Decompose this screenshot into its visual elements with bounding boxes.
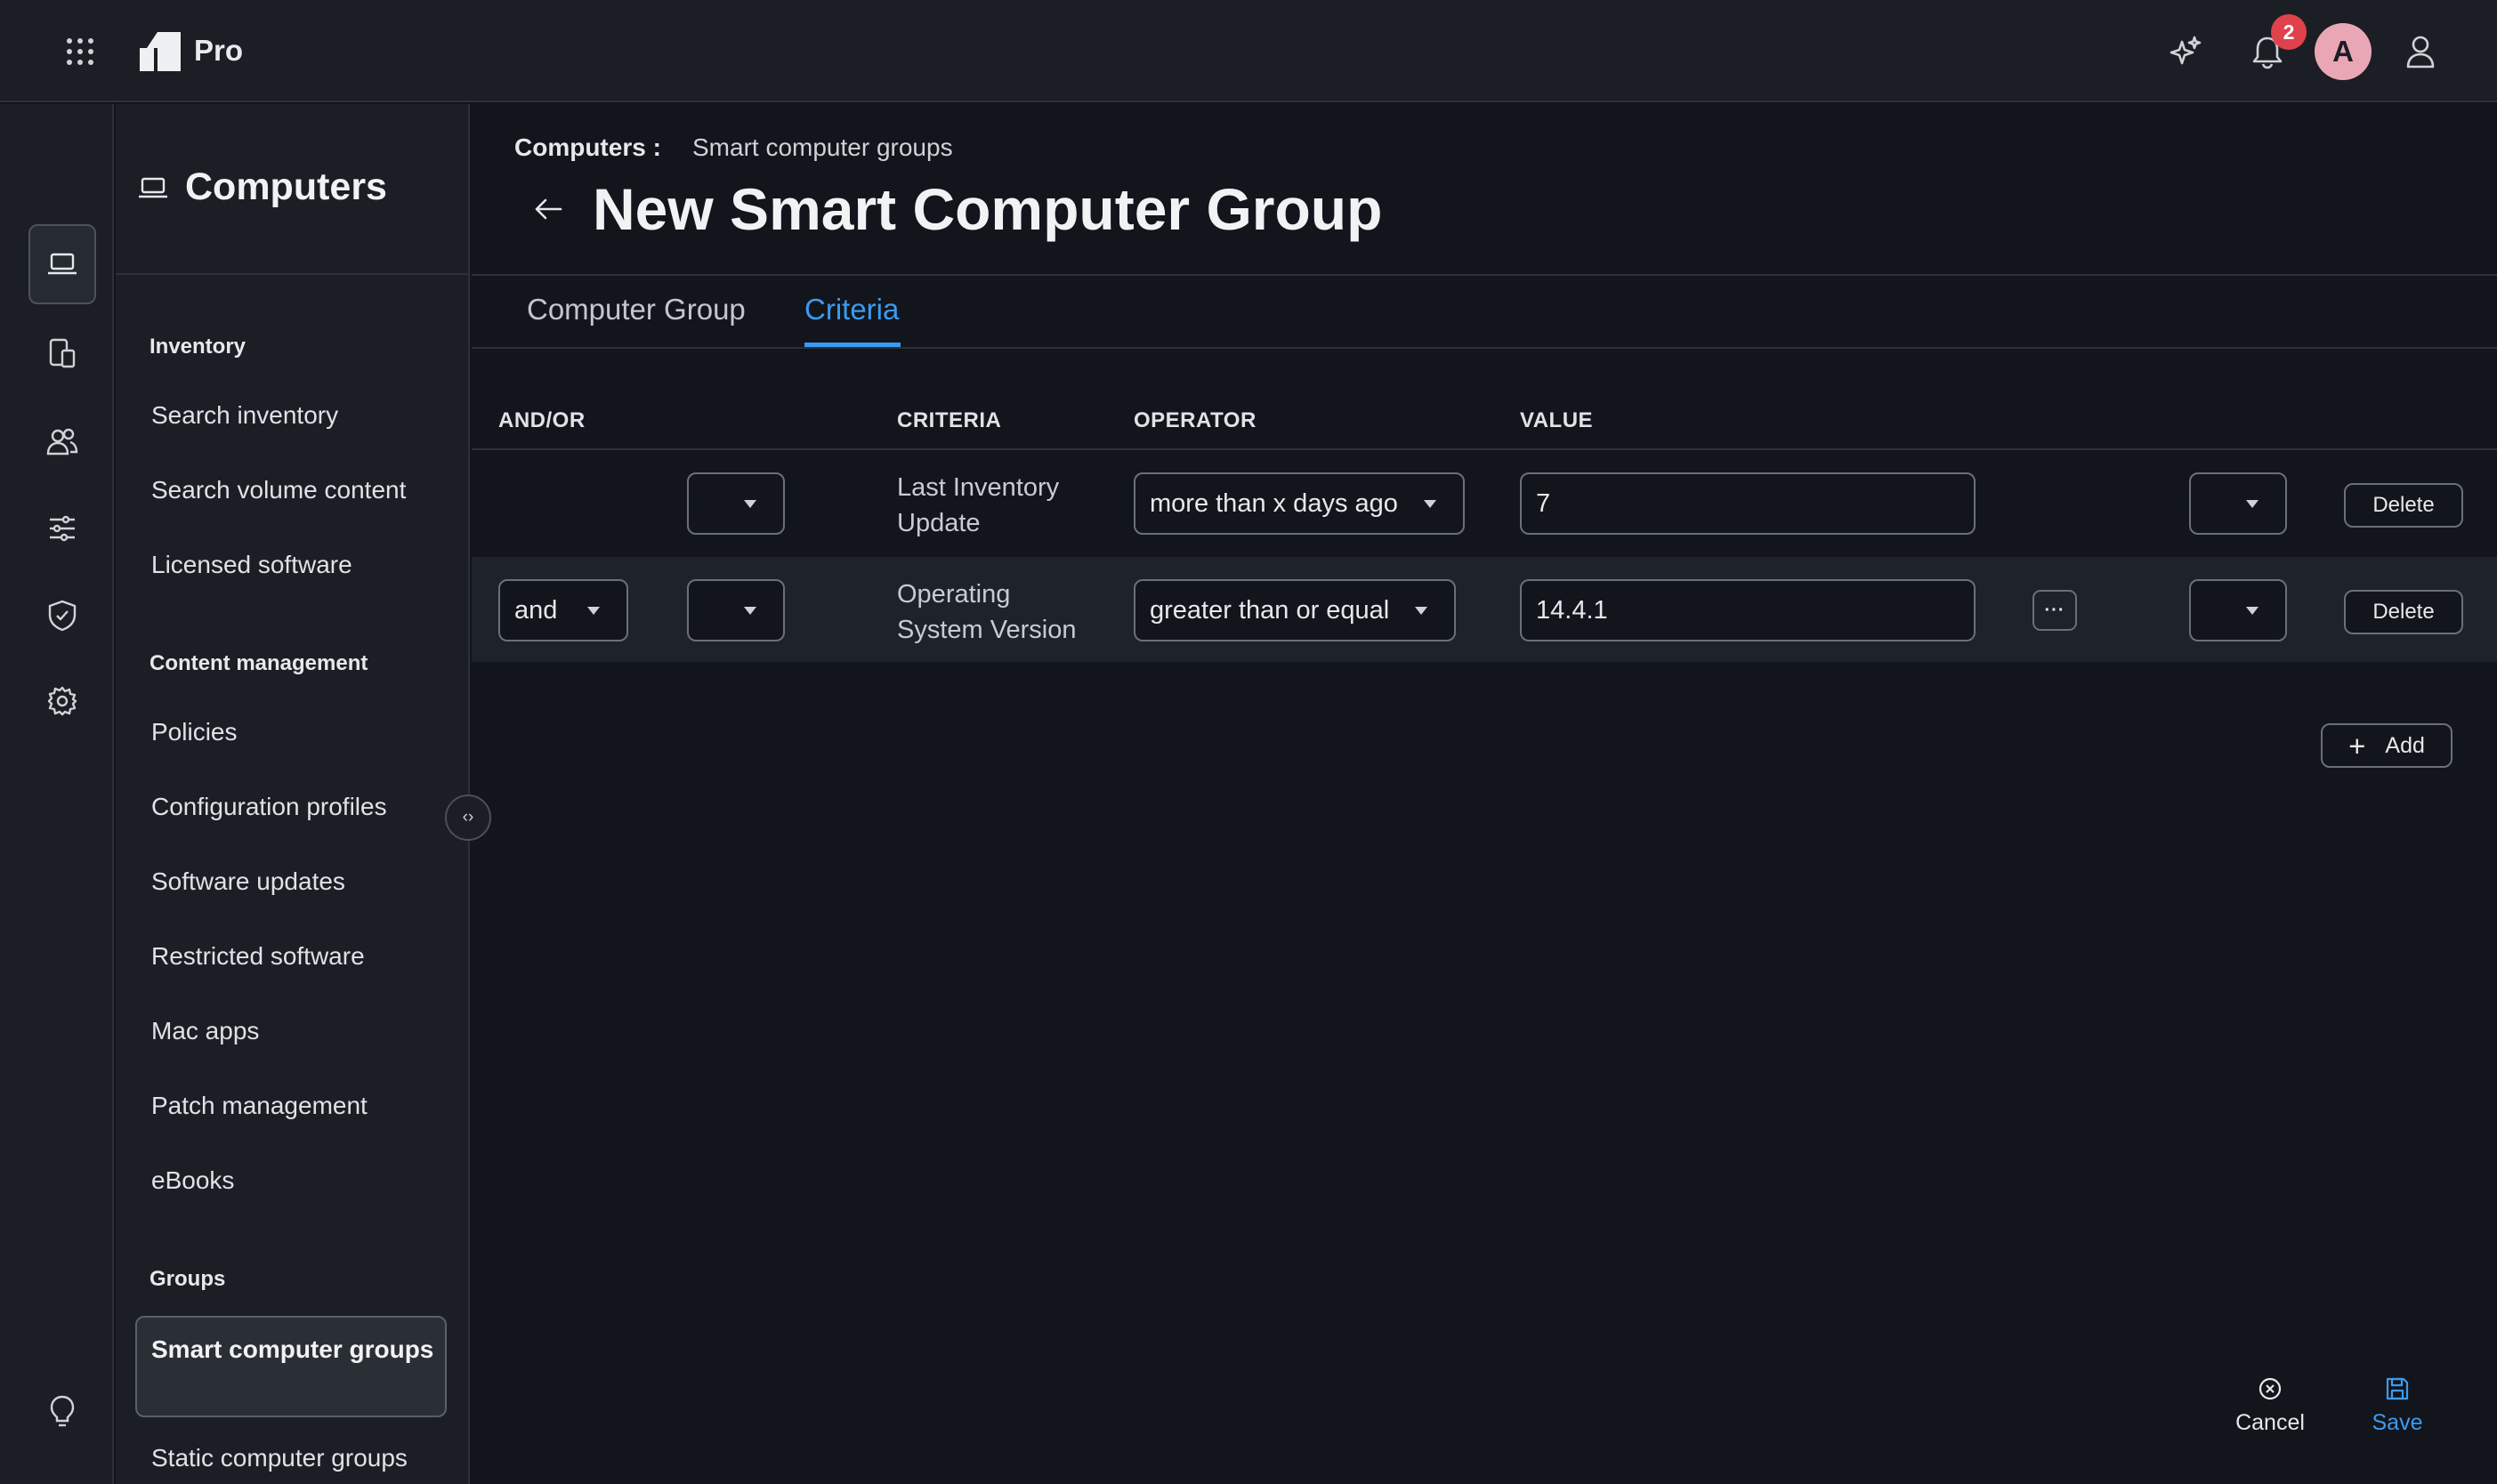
sidebar-item-static-computer-groups[interactable]: Static computer groups	[151, 1444, 408, 1472]
top-bar: Pro 2 A	[0, 0, 2497, 102]
sidebar-item-search-inventory[interactable]: Search inventory	[151, 401, 338, 430]
chevron-down-icon	[1415, 607, 1427, 615]
criteria-label-line: Operating	[897, 580, 1011, 609]
chevron-down-icon	[2246, 500, 2259, 508]
sidebar-header: Computers	[116, 104, 468, 275]
section-heading-content-management: Content management	[149, 651, 368, 675]
rail-settings-sliders-button[interactable]	[28, 488, 96, 569]
sidebar: Computers Inventory Search inventory Sea…	[116, 104, 470, 1484]
operator-select-row-1[interactable]: more than x days ago	[1134, 472, 1465, 535]
sidebar-item-mac-apps[interactable]: Mac apps	[151, 1017, 259, 1045]
sliders-icon	[48, 515, 77, 542]
header-divider	[472, 274, 2497, 276]
cancel-label: Cancel	[2235, 1410, 2305, 1435]
mobile-devices-icon	[48, 338, 77, 368]
sidebar-item-search-volume-content[interactable]: Search volume content	[151, 476, 406, 504]
sidebar-item-ebooks[interactable]: eBooks	[151, 1166, 234, 1195]
back-arrow-icon[interactable]	[530, 191, 566, 227]
users-icon	[46, 427, 78, 456]
value-text: 7	[1536, 488, 1551, 518]
notification-count-badge: 2	[2271, 14, 2307, 50]
chevron-down-icon	[744, 607, 756, 615]
brand-logo-icon	[139, 31, 182, 72]
icon-rail	[0, 104, 114, 1484]
column-header-operator: OPERATOR	[1134, 408, 1257, 432]
sidebar-title: Computers	[185, 165, 387, 208]
and-or-select-row-2[interactable]: and	[498, 579, 628, 641]
brand-name: Pro	[194, 34, 244, 67]
operator-select-row-2[interactable]: greater than or equal	[1134, 579, 1456, 641]
save-floppy-icon	[2344, 1376, 2451, 1401]
rail-security-button[interactable]	[28, 576, 96, 656]
rail-settings-button[interactable]	[28, 661, 96, 741]
operator-value: more than x days ago	[1150, 488, 1398, 518]
chevron-down-icon	[587, 607, 600, 615]
delete-button-row-2[interactable]: Delete	[2344, 590, 2463, 634]
shield-check-icon	[48, 600, 77, 632]
table-header-divider	[472, 448, 2497, 450]
add-label: Add	[2385, 732, 2425, 758]
value-input-row-2[interactable]: 14.4.1	[1520, 579, 1976, 641]
operator-value: greater than or equal	[1150, 595, 1390, 625]
laptop-icon	[46, 252, 78, 277]
sidebar-item-licensed-software[interactable]: Licensed software	[151, 551, 352, 579]
save-button[interactable]: Save	[2344, 1376, 2451, 1436]
main-content: Computers : Smart computer groups New Sm…	[472, 104, 2497, 1484]
value-input-row-1[interactable]: 7	[1520, 472, 1976, 535]
value-text: 14.4.1	[1536, 595, 1608, 625]
criteria-name-row-2: Operating System Version	[897, 577, 1076, 648]
column-header-and-or: AND/OR	[498, 408, 586, 432]
criteria-label-line: System Version	[897, 616, 1077, 644]
chevron-down-icon	[1424, 500, 1436, 508]
sidebar-item-policies[interactable]: Policies	[151, 718, 237, 746]
gear-icon	[47, 686, 77, 716]
user-profile-icon[interactable]	[2403, 34, 2438, 69]
tab-criteria[interactable]: Criteria	[804, 293, 899, 327]
page-title: New Smart Computer Group	[593, 176, 1383, 242]
criteria-name-row-1: Last Inventory Update	[897, 470, 1059, 541]
close-paren-select[interactable]	[2189, 472, 2287, 535]
column-header-value: VALUE	[1520, 408, 1594, 432]
rail-tips-button[interactable]	[28, 1372, 96, 1452]
close-paren-select[interactable]	[2189, 579, 2287, 641]
section-heading-groups: Groups	[149, 1267, 226, 1291]
sparkle-ai-icon[interactable]	[2168, 34, 2203, 69]
lightbulb-icon	[50, 1395, 75, 1429]
cancel-button[interactable]: Cancel	[2217, 1376, 2323, 1436]
open-paren-select[interactable]	[687, 579, 785, 641]
laptop-icon	[137, 175, 169, 202]
section-heading-inventory: Inventory	[149, 335, 246, 359]
breadcrumb-current[interactable]: Smart computer groups	[692, 133, 953, 162]
chevron-down-icon	[744, 500, 756, 508]
tabs-divider	[472, 347, 2497, 349]
sidebar-item-patch-management[interactable]: Patch management	[151, 1092, 368, 1120]
add-criteria-button[interactable]: + Add	[2321, 723, 2453, 768]
rail-devices-button[interactable]	[28, 313, 96, 393]
sidebar-item-configuration-profiles[interactable]: Configuration profiles	[151, 793, 387, 821]
sidebar-item-smart-computer-groups[interactable]: Smart computer groups	[135, 1316, 447, 1417]
app-grid-icon[interactable]	[62, 34, 98, 69]
rail-users-button[interactable]	[28, 401, 96, 481]
chevron-down-icon	[2246, 607, 2259, 615]
open-paren-select[interactable]	[687, 472, 785, 535]
column-header-criteria: CRITERIA	[897, 408, 1002, 432]
criteria-label-line: Update	[897, 509, 981, 537]
cancel-circle-icon	[2217, 1376, 2323, 1401]
tab-computer-group[interactable]: Computer Group	[527, 293, 746, 327]
sidebar-item-software-updates[interactable]: Software updates	[151, 867, 345, 896]
criteria-label-line: Last Inventory	[897, 473, 1060, 502]
more-options-button[interactable]: ···	[2032, 590, 2077, 631]
save-label: Save	[2372, 1410, 2423, 1435]
sidebar-item-restricted-software[interactable]: Restricted software	[151, 942, 365, 971]
plus-icon: +	[2348, 729, 2366, 762]
delete-button-row-1[interactable]: Delete	[2344, 483, 2463, 528]
rail-computers-button[interactable]	[28, 224, 96, 304]
avatar[interactable]: A	[2315, 23, 2372, 80]
and-or-value: and	[514, 595, 558, 625]
breadcrumb-parent[interactable]: Computers :	[514, 133, 661, 162]
